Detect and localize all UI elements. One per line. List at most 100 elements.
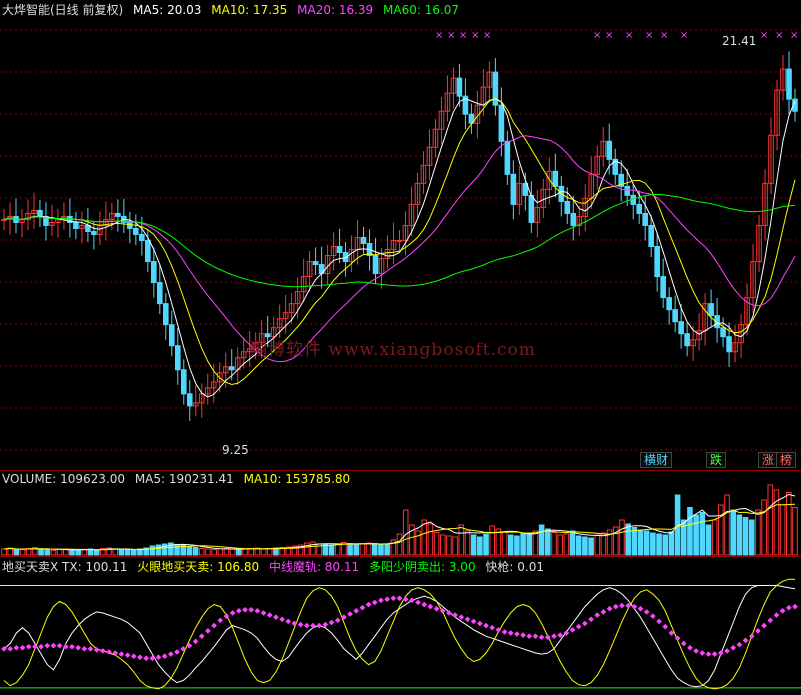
magic-track-point bbox=[384, 596, 390, 603]
magic-track-point bbox=[446, 610, 452, 616]
magic-track-point bbox=[310, 622, 316, 629]
volume-bar bbox=[483, 533, 489, 556]
volume-bar bbox=[396, 533, 403, 556]
magic-track-point bbox=[514, 631, 520, 637]
volume-bar bbox=[112, 548, 119, 556]
volume-bar bbox=[13, 549, 20, 556]
volume-bar bbox=[149, 545, 156, 556]
volume-bar bbox=[507, 534, 514, 556]
volume-bar bbox=[575, 535, 582, 556]
badge-zhang[interactable]: 涨 bbox=[758, 452, 779, 468]
magic-track-point bbox=[483, 622, 489, 629]
magic-track-point bbox=[396, 595, 403, 602]
volume-bar bbox=[464, 530, 471, 556]
volume-bar bbox=[643, 530, 650, 556]
volume-bar bbox=[229, 548, 236, 556]
candle-body bbox=[396, 239, 403, 242]
volume-ma5-label: MA5: 190231.41 bbox=[134, 472, 234, 486]
magic-track-point bbox=[767, 617, 774, 624]
volume-bar bbox=[359, 543, 366, 556]
magic-track-point bbox=[600, 609, 607, 615]
badge-die[interactable]: 跌 bbox=[706, 452, 727, 468]
indicator-chart[interactable] bbox=[0, 557, 801, 695]
volume-bar bbox=[155, 544, 162, 556]
magic-track-point bbox=[260, 610, 267, 616]
magic-track-point bbox=[25, 643, 32, 650]
magic-track-point bbox=[687, 644, 693, 651]
magic-track-point bbox=[174, 649, 180, 655]
volume-bar bbox=[693, 514, 699, 556]
magic-track-point bbox=[198, 633, 205, 639]
magic-track-point bbox=[254, 608, 261, 614]
candle-body bbox=[636, 203, 642, 214]
volume-bar bbox=[767, 484, 774, 556]
volume-bar bbox=[93, 549, 100, 556]
magic-track-point bbox=[477, 620, 483, 627]
candle-body bbox=[162, 303, 169, 326]
volume-bar bbox=[631, 527, 638, 556]
volume-bar bbox=[514, 535, 520, 556]
magic-track-point bbox=[588, 616, 594, 623]
volume-bar bbox=[551, 532, 557, 556]
stock-title: 大烨智能(日线 前复权) bbox=[2, 3, 124, 17]
magic-track-point bbox=[637, 605, 644, 612]
volume-bar bbox=[557, 534, 563, 556]
candle-body bbox=[672, 309, 678, 323]
signal-x-marker: × bbox=[760, 30, 768, 41]
candle-body bbox=[157, 282, 163, 305]
magic-track-point bbox=[242, 606, 248, 613]
badge-bang[interactable]: 榜 bbox=[776, 452, 797, 468]
volume-bar bbox=[56, 549, 63, 556]
tx-label: 地买天卖X TX: 100.11 bbox=[2, 560, 128, 574]
candle-body bbox=[360, 236, 367, 245]
magic-track-point bbox=[452, 612, 458, 618]
magic-track-point bbox=[7, 645, 14, 652]
volume-bar bbox=[130, 550, 137, 556]
volume-bar bbox=[755, 509, 761, 556]
low-price-label: 9.25 bbox=[222, 443, 249, 457]
volume-bar bbox=[699, 512, 706, 556]
badge-hengcai[interactable]: 横财 bbox=[640, 452, 673, 468]
volume-bar bbox=[761, 499, 767, 556]
candle-body bbox=[186, 393, 193, 407]
magic-track-point bbox=[328, 619, 335, 626]
magic-track-point bbox=[38, 643, 44, 650]
ma10-label: MA10: 17.35 bbox=[211, 3, 288, 17]
price-chart[interactable]: × × × × × × × × × × × × × × bbox=[0, 0, 801, 470]
magic-track-point bbox=[303, 622, 310, 629]
volume-bar bbox=[582, 536, 588, 556]
volume-bar bbox=[588, 537, 594, 556]
magic-track-point bbox=[458, 614, 465, 621]
candle-body bbox=[786, 68, 792, 100]
magic-track-point bbox=[334, 617, 341, 624]
volume-label: VOLUME: 109623.00 bbox=[2, 472, 125, 486]
signal-x-marker: × bbox=[625, 30, 633, 41]
candle-body bbox=[504, 140, 511, 175]
volume-bar bbox=[44, 549, 51, 556]
high-price-label: 21.41 bbox=[722, 34, 757, 48]
candle-body bbox=[180, 369, 187, 395]
magic-track-point bbox=[217, 617, 224, 624]
magic-track-point bbox=[526, 633, 533, 639]
candle-body bbox=[528, 194, 535, 223]
volume-bar bbox=[452, 536, 458, 556]
volume-pane[interactable]: VOLUME: 109623.00 MA5: 190231.41 MA10: 1… bbox=[0, 470, 801, 557]
magic-track-point bbox=[205, 628, 211, 634]
volume-bar bbox=[186, 546, 193, 556]
volume-bar bbox=[563, 533, 570, 556]
volume-bar bbox=[470, 534, 477, 556]
indicator-pane[interactable]: 地买天卖X TX: 100.11 火眼地买天卖: 106.80 中线魔轨: 80… bbox=[0, 556, 801, 695]
magic-track-point bbox=[619, 602, 625, 609]
magic-track-point bbox=[248, 606, 255, 613]
magic-track-point bbox=[742, 637, 749, 644]
indicator-header: 地买天卖X TX: 100.11 火眼地买天卖: 106.80 中线魔轨: 80… bbox=[2, 558, 550, 575]
volume-bar bbox=[637, 529, 644, 556]
price-pane[interactable]: × × × × × × × × × × × × × × 大烨智能(日线 前复权) MA5: 20.03 M… bbox=[0, 0, 801, 470]
candle-body bbox=[720, 327, 726, 338]
magic-track-point bbox=[662, 623, 669, 630]
signal-x-marker: × bbox=[435, 30, 443, 41]
volume-bar bbox=[742, 517, 749, 556]
magic-track-point bbox=[143, 655, 149, 662]
volume-bar bbox=[477, 536, 483, 556]
magic-track-point bbox=[501, 629, 508, 635]
